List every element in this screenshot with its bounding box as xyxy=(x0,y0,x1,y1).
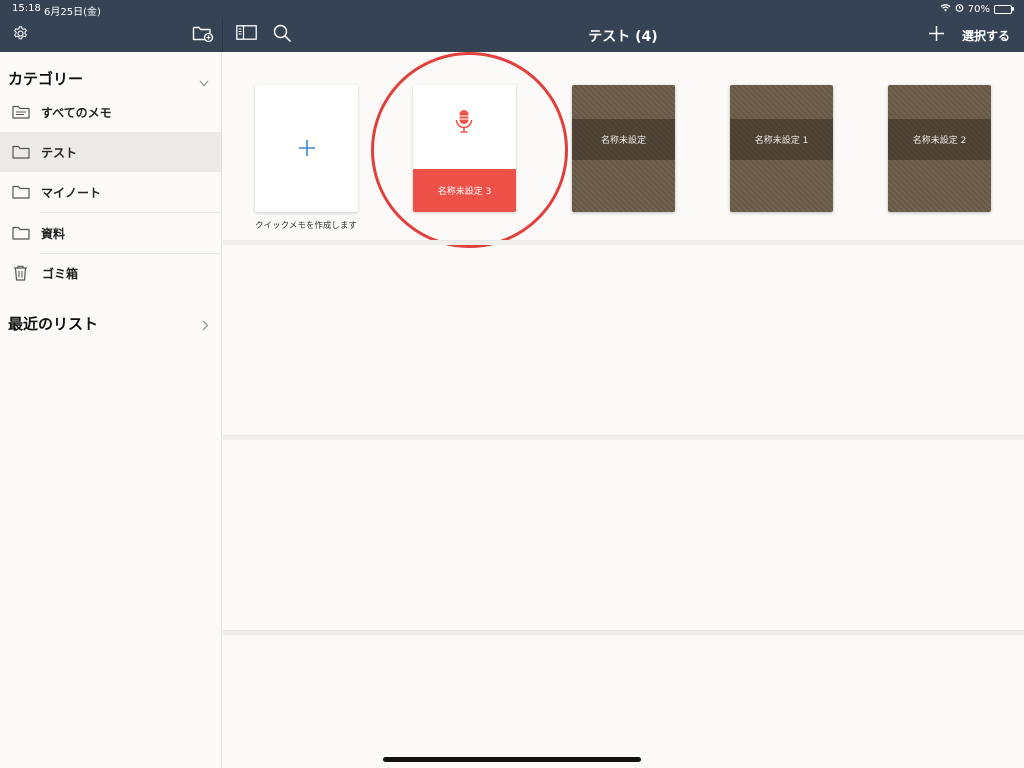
plus-icon xyxy=(928,25,945,46)
sidebar-item-label: マイノート xyxy=(41,185,102,200)
sidebar-item-materials[interactable]: 資料 xyxy=(0,213,221,253)
sidebar-item-label: テスト xyxy=(41,145,78,160)
sidebar-item-label: ゴミ箱 xyxy=(42,266,79,281)
chevron-right-icon[interactable] xyxy=(202,316,209,335)
folder-icon xyxy=(12,185,32,199)
alarm-icon xyxy=(955,3,964,15)
sidebar-item-trash[interactable]: ゴミ箱 xyxy=(0,253,221,293)
folder-icon xyxy=(12,226,32,240)
note-title: 名称未設定 1 xyxy=(730,119,833,160)
notebook-card[interactable]: 名称未設定 1 xyxy=(730,85,833,212)
gear-icon xyxy=(12,25,29,46)
home-indicator[interactable] xyxy=(383,757,641,762)
all-notes-folder-icon xyxy=(12,105,32,119)
battery-icon xyxy=(994,4,1014,14)
status-indicators: 70% xyxy=(940,3,1014,15)
wifi-icon xyxy=(940,3,951,15)
folder-icon xyxy=(12,145,32,159)
sidebar-item-test[interactable]: テスト xyxy=(0,132,221,172)
battery-percent: 70% xyxy=(967,3,990,15)
recent-list-header[interactable]: 最近のリスト xyxy=(8,313,98,334)
status-bar: 15:18 6月25日(金) 70% xyxy=(0,0,1024,18)
notes-grid: クイックメモを作成します 名称未設定 3 名称未設定 名称未設定 1 名称未設定… xyxy=(223,52,1024,768)
add-button[interactable] xyxy=(926,25,946,45)
quick-memo-caption: クイックメモを作成します xyxy=(255,221,357,231)
plus-icon xyxy=(298,136,316,162)
sidebar-item-my-notes[interactable]: マイノート xyxy=(0,172,221,212)
status-date: 6月25日(金) xyxy=(44,7,101,18)
trash-icon xyxy=(13,265,33,281)
shelf-divider xyxy=(223,240,1024,245)
sidebar-item-label: 資料 xyxy=(41,226,66,241)
folder-plus-icon xyxy=(192,24,214,46)
sidebar-item-label: すべてのメモ xyxy=(41,105,112,120)
page-title: テスト (4) xyxy=(588,29,658,45)
chevron-down-icon[interactable] xyxy=(199,72,209,91)
sidebar: カテゴリー すべてのメモ テスト マイノート 資料 ゴミ箱 最近のリスト xyxy=(0,52,222,768)
quick-memo-card[interactable] xyxy=(255,85,358,212)
sidebar-item-all-notes[interactable]: すべてのメモ xyxy=(0,92,221,132)
new-folder-button[interactable] xyxy=(191,25,215,45)
note-title: 名称未設定 xyxy=(572,119,675,160)
shelf-divider xyxy=(223,435,1024,440)
notebook-card[interactable]: 名称未設定 xyxy=(572,85,675,212)
voice-memo-card[interactable]: 名称未設定 3 xyxy=(413,85,516,212)
notebook-card[interactable]: 名称未設定 2 xyxy=(888,85,991,212)
shelf-divider xyxy=(223,630,1024,635)
categories-header: カテゴリー xyxy=(8,70,84,88)
microphone-icon xyxy=(455,109,473,139)
note-title: 名称未設定 2 xyxy=(888,119,991,160)
settings-button[interactable] xyxy=(10,25,30,46)
select-button[interactable]: 選択する xyxy=(962,27,1010,44)
note-title: 名称未設定 3 xyxy=(413,169,516,212)
status-time: 15:18 xyxy=(12,3,41,14)
top-bar: 15:18 6月25日(金) 70% テスト (4) 選択する xyxy=(0,0,1024,52)
